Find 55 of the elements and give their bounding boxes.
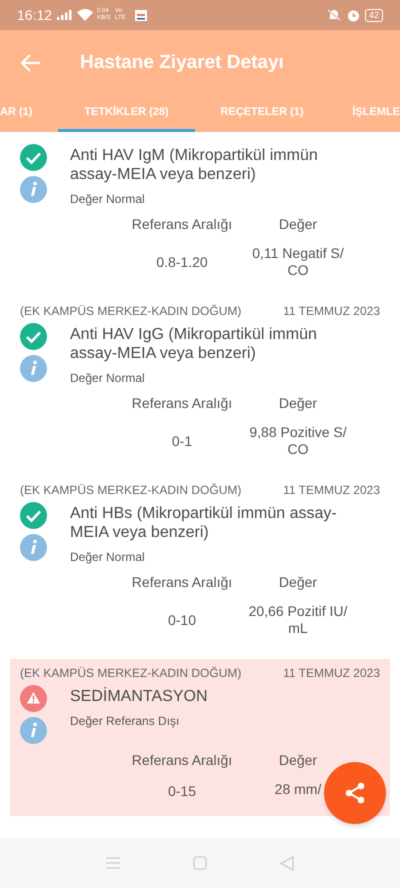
alarm-icon <box>346 8 360 22</box>
reference-range: 0-10 <box>166 610 198 630</box>
reference-range: 0-15 <box>166 782 198 801</box>
check-circle-icon <box>20 502 47 529</box>
result-date: 11 TEMMUZ 2023 <box>283 303 380 320</box>
column-header: Referans Aralığı <box>130 751 234 770</box>
warning-circle-icon <box>20 685 47 712</box>
mute-icon <box>326 9 341 21</box>
test-name: Anti HAV IgG (Mikropartikül immün assay-MEIA veya benzeri) <box>70 325 318 363</box>
info-icon[interactable] <box>20 176 47 203</box>
test-name: SEDİMANTASYON <box>70 686 208 706</box>
share-icon <box>344 782 366 804</box>
column-header: Referans Aralığı <box>130 394 234 413</box>
column-header: Değer <box>278 215 318 234</box>
menu-icon[interactable] <box>106 857 120 869</box>
info-icon[interactable] <box>20 355 47 382</box>
tab[interactable]: REÇETELER (1) <box>195 96 329 132</box>
hospital-name: (EK KAMPÜS MERKEZ-KADIN DOĞUM) <box>20 665 242 682</box>
reference-range: 0.8-1.20 <box>155 252 209 272</box>
check-circle-icon <box>20 144 47 171</box>
tab[interactable]: İŞLEMLE <box>329 96 400 132</box>
signal-icon <box>57 10 74 20</box>
column-header: Değer <box>278 394 318 413</box>
result-value: 0,11 Negatif S/ CO <box>251 245 345 279</box>
hospital-name: (EK KAMPÜS MERKEZ-KADIN DOĞUM) <box>20 482 242 499</box>
column-header: Değer <box>278 751 318 770</box>
tab[interactable]: TETKİKLER (28) <box>58 96 195 132</box>
check-circle-icon <box>20 323 47 350</box>
tab[interactable]: AR (1) <box>0 96 58 132</box>
app-notification-icon <box>135 10 148 20</box>
column-header: Referans Aralığı <box>130 215 234 234</box>
result-value: 20,66 Pozitif IU/ mL <box>248 603 348 637</box>
info-icon[interactable] <box>20 534 47 561</box>
clock-time: 16:12 <box>17 6 52 24</box>
screen-title: Hastane Ziyaret Detayı <box>80 50 284 75</box>
hospital-name: (EK KAMPÜS MERKEZ-KADIN DOĞUM) <box>20 303 242 320</box>
result-date: 11 TEMMUZ 2023 <box>283 482 380 499</box>
battery-level: 42 <box>364 8 383 22</box>
info-icon[interactable] <box>20 717 47 744</box>
result-status: Değer Referans Dışı <box>70 713 180 730</box>
test-name: Anti HAV IgM (Mikropartikül immün assay-MEIA veya benzeri) <box>70 146 319 184</box>
result-status: Değer Normal <box>70 549 146 566</box>
wifi-icon <box>77 9 94 21</box>
result-status: Değer Normal <box>70 191 146 208</box>
column-header: Referans Aralığı <box>130 573 234 592</box>
result-value: 9,88 Pozitive S/ CO <box>248 424 348 458</box>
column-header: Değer <box>278 573 318 592</box>
result-date: 11 TEMMUZ 2023 <box>283 665 380 682</box>
back-icon[interactable] <box>280 856 294 870</box>
test-name: Anti HBs (Mikropartikül immün assay-MEIA veya benzeri) <box>70 504 338 542</box>
reference-range: 0-1 <box>170 432 194 450</box>
home-icon[interactable] <box>192 856 207 870</box>
back-arrow-icon[interactable] <box>21 54 41 72</box>
result-status: Değer Normal <box>70 370 146 387</box>
result-value: 28 mm/ <box>274 781 322 799</box>
